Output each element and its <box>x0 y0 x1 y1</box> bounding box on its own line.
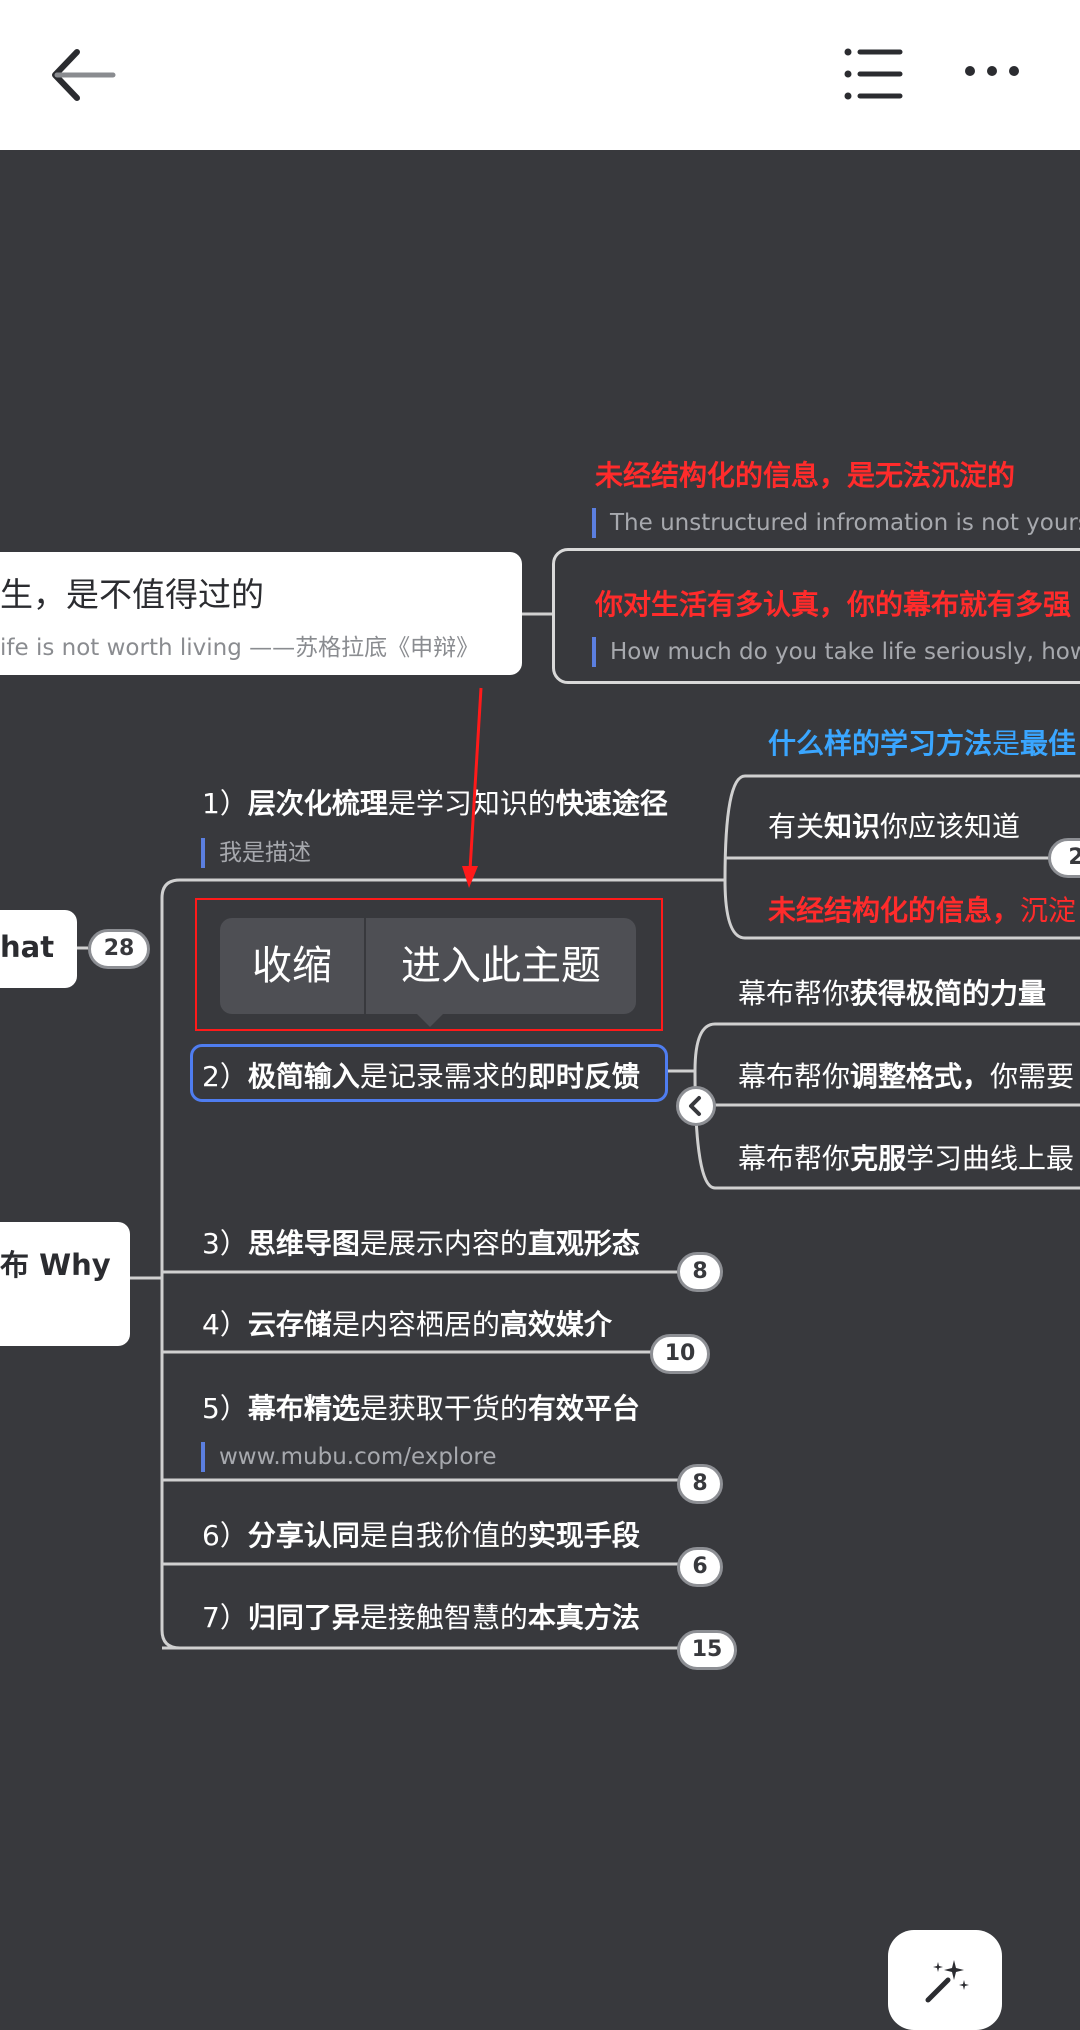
topic-7-key: 归同了异 <box>247 1601 360 1634</box>
topic-2-key: 极简输入 <box>247 1060 360 1093</box>
t2-c3-b: 克服 <box>850 1142 907 1175</box>
topic-2[interactable]: 2）极简输入是记录需求的即时反馈 <box>202 1055 640 1095</box>
context-menu-pointer <box>415 1012 445 1027</box>
topic-3-mid: 是展示内容的 <box>359 1227 528 1260</box>
magic-wand-icon <box>918 1952 974 2008</box>
topic-5-count[interactable]: 8 <box>677 1464 723 1504</box>
topic-3-count[interactable]: 8 <box>677 1252 723 1292</box>
topic-5-num: 5） <box>202 1392 248 1425</box>
t2-child-1[interactable]: 幕布帮你获得极简的力量 <box>738 972 1046 1012</box>
t2-c1-b: 获得极简的力量 <box>850 977 1047 1010</box>
topic-5[interactable]: 5）幕布精选是获取干货的有效平台 <box>202 1387 640 1427</box>
collapse-button[interactable]: 收缩 <box>220 918 364 1014</box>
topic-4-key: 云存储 <box>247 1308 332 1341</box>
magic-wand-button[interactable] <box>888 1930 1002 2030</box>
t2-c2-c: 你需要 <box>990 1060 1075 1093</box>
topic-2-num: 2） <box>202 1060 248 1093</box>
topic-4-mid: 是内容栖居的 <box>331 1308 500 1341</box>
t2-child-3[interactable]: 幕布帮你克服学习曲线上最 <box>738 1137 1074 1177</box>
topic-7-end: 本真方法 <box>527 1601 640 1634</box>
context-menu: 收缩 进入此主题 <box>220 918 636 1014</box>
topic-7-mid: 是接触智慧的 <box>359 1601 528 1634</box>
topic-4-num: 4） <box>202 1308 248 1341</box>
topic-4[interactable]: 4）云存储是内容栖居的高效媒介 <box>202 1303 612 1343</box>
topic-7[interactable]: 7）归同了异是接触智慧的本真方法 <box>202 1596 640 1636</box>
enter-topic-button[interactable]: 进入此主题 <box>366 918 636 1014</box>
topic-5-mid: 是获取干货的 <box>359 1392 528 1425</box>
topic-7-count[interactable]: 15 <box>677 1630 737 1670</box>
t2-c1-a: 幕布帮你 <box>738 977 851 1010</box>
topic-3[interactable]: 3）思维导图是展示内容的直观形态 <box>202 1222 640 1262</box>
topic-6-end: 实现手段 <box>527 1519 640 1552</box>
topic-4-count[interactable]: 10 <box>650 1334 710 1374</box>
topic-6-key: 分享认同 <box>247 1519 360 1552</box>
t2-c3-c: 学习曲线上最 <box>906 1142 1075 1175</box>
t2-c3-a: 幕布帮你 <box>738 1142 851 1175</box>
topic-3-end: 直观形态 <box>527 1227 640 1260</box>
topic-2-end: 即时反馈 <box>527 1060 640 1093</box>
t2-child-2[interactable]: 幕布帮你调整格式，你需要 <box>738 1055 1074 1095</box>
topic-6[interactable]: 6）分享认同是自我价值的实现手段 <box>202 1514 640 1554</box>
topic-3-key: 思维导图 <box>247 1227 360 1260</box>
topic-5-desc[interactable]: www.mubu.com/explore <box>201 1442 497 1472</box>
topic-2-mid: 是记录需求的 <box>359 1060 528 1093</box>
topic-6-mid: 是自我价值的 <box>359 1519 528 1552</box>
topic-5-key: 幕布精选 <box>247 1392 360 1425</box>
topic-3-num: 3） <box>202 1227 248 1260</box>
t2-c2-b: 调整格式， <box>850 1060 991 1093</box>
t2-c2-a: 幕布帮你 <box>738 1060 851 1093</box>
topic-6-count[interactable]: 6 <box>677 1547 723 1587</box>
topic-4-end: 高效媒介 <box>499 1308 612 1341</box>
topic-6-num: 6） <box>202 1519 248 1552</box>
collapse-toggle-icon[interactable] <box>676 1086 716 1126</box>
topic-5-end: 有效平台 <box>527 1392 640 1425</box>
topic-7-num: 7） <box>202 1601 248 1634</box>
